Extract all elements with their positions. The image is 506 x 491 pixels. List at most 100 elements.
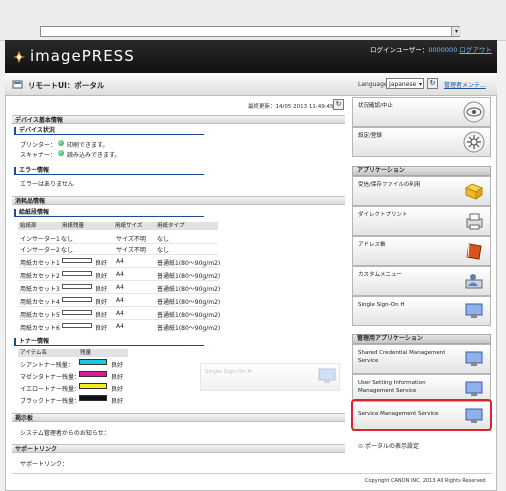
toner-name-magenta: マゼンタトナー残量： [20,374,81,381]
divider [18,243,218,244]
table-row-level: なし [61,247,74,254]
logout-link[interactable]: ログアウト [459,46,492,54]
toner-status-black: 良好 [111,398,124,405]
col-header-remaining: 残量 [78,349,128,357]
toner-name-yellow: イエロートナー残量： [20,386,80,393]
table-row-size: サイズ不明 [116,247,146,254]
table-row-name: 用紙カセット3 [20,286,60,293]
app-item-sso[interactable]: Single Sign-On H [352,296,491,326]
status-monitor-button[interactable]: 状況確認/中止 [352,97,491,127]
settings-label: 設定/登録 [358,133,382,139]
paper-info-heading: 給紙段情報 [14,209,204,217]
sso-drag-ghost-label: Single Sign-On H [205,369,252,375]
table-row-name: インサーター1 [20,236,60,243]
table-row-name: 用紙カセット4 [20,299,60,306]
table-row-type: 普通紙1(80〜90g/m2) [157,325,221,332]
printer-label: プリンター： [20,142,57,149]
messages-text: システム管理者からのお知らせ： [20,430,110,437]
mgmt-item-label: User Setting Information Management Serv… [358,380,426,394]
highlight-annotation [351,399,492,431]
monitor-icon [318,368,336,383]
refresh-button[interactable]: ↻ [333,99,344,110]
portal-icon [12,80,23,89]
app-item-direct-print[interactable]: ダイレクトプリント [352,206,491,236]
app-item-label: アドレス帳 [358,242,386,248]
address-book-icon [466,243,482,260]
table-row-name: 用紙カセット6 [20,325,60,332]
col-header-type: 用紙タイプ [155,222,218,230]
last-updated: 最終更新：14/05 2013 11:49:45 [248,104,334,110]
table-row-name: 用紙カセット2 [20,273,60,280]
app-item-label: カスタムメニュー [358,272,403,278]
table-row-name: 用紙カセット5 [20,312,60,319]
col-header-size: 用紙サイズ [113,222,155,230]
address-bar[interactable] [40,26,460,37]
toner-bar-yellow [79,383,107,389]
login-label: ログインユーザー： [370,46,429,54]
app-item-custom-menu[interactable]: カスタムメニュー [352,266,491,296]
folder-icon [464,183,484,200]
mgmt-item-shared-credential[interactable]: Shared Credential Management Service [352,344,491,374]
toner-status-yellow: 良好 [111,386,124,393]
support-text: サポートリンク： [20,461,69,468]
divider [18,280,218,281]
col-header-level: 用紙残量 [60,222,113,230]
table-row-level: なし [61,236,74,243]
divider [18,254,218,255]
chevron-down-icon: ▾ [418,81,422,88]
admin-mode-link[interactable]: 管理者メンテ... [444,80,486,89]
address-dropdown-button[interactable]: ▾ [451,27,461,36]
table-row-type: なし [157,236,170,243]
toner-status-magenta: 良好 [111,374,124,381]
language-apply-button[interactable]: ↻ [427,78,438,89]
table-row-size: サイズ不明 [116,236,146,243]
settings-button[interactable]: 設定/登録 [352,127,491,157]
monitor-icon [465,303,483,318]
table-row-level: 良好 [95,325,108,332]
table-row-level: 良好 [95,312,108,319]
language-select[interactable]: Japanese ▾ [386,78,424,89]
toner-name-cyan: シアントナー残量： [20,362,74,369]
scanner-label: スキャナー： [20,152,57,159]
brand-logo-icon [13,51,25,63]
refresh-icon: ↻ [429,79,436,87]
portal-settings-label: ポータルの表示設定 [364,443,419,450]
portal-settings-link[interactable]: ⊙ ポータルの表示設定 [358,441,419,450]
table-row-type: 普通紙1(80〜90g/m2) [157,299,221,306]
status-monitor-label: 状況確認/中止 [358,103,393,109]
section-consumables: 消耗品情報 [12,196,345,205]
table-row-type: なし [157,247,170,254]
error-text: エラーはありません [20,181,74,188]
table-row-size: A4 [116,284,124,291]
brand-name: imagePRESS [30,47,135,65]
user-menu-icon [465,274,483,289]
device-status-heading: デバイス状況 [14,127,204,135]
bullet-icon: ⊙ [358,443,364,450]
app-item-address-book[interactable]: アドレス帳 [352,236,491,266]
printer-status-icon [58,140,64,146]
divider [18,319,218,320]
toner-status-cyan: 良好 [111,362,124,369]
language-label: Language [358,81,388,88]
paper-level-bar [62,297,92,302]
app-item-received-files[interactable]: 受信/保存ファイルの利用 [352,176,491,206]
table-row-size: A4 [116,297,124,304]
error-info-heading: エラー情報 [14,167,204,175]
section-support: サポートリンク [12,444,345,453]
section-device-info: デバイス基本情報 [12,115,345,124]
paper-level-bar [62,284,92,289]
monitor-icon [465,351,483,366]
table-row-type: 普通紙1(80〜90g/m2) [157,260,221,267]
mgmt-item-label: Shared Credential Management Service [358,350,446,364]
monitor-icon [465,381,483,396]
copyright: Copyright CANON INC. 2013 All Rights Res… [365,478,486,484]
refresh-icon: ↻ [335,100,342,108]
footer-divider [12,473,492,474]
table-row-level: 良好 [95,286,108,293]
table-row-type: 普通紙1(80〜90g/m2) [157,286,221,293]
toner-bar-cyan [79,359,107,365]
table-row-size: A4 [116,310,124,317]
paper-level-bar [62,310,92,315]
printer-status: 印刷できます。 [67,142,109,149]
section-messages: 掲示板 [12,413,345,422]
